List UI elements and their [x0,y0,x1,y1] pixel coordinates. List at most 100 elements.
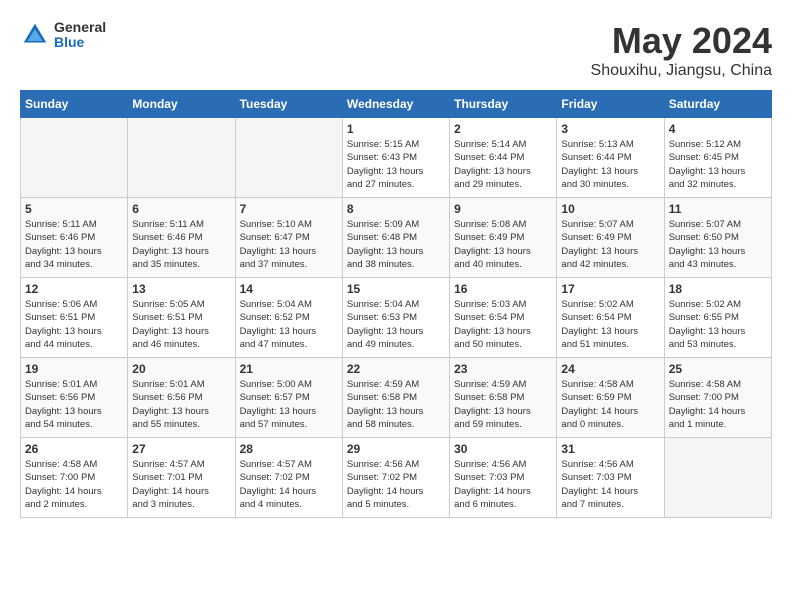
calendar-cell [128,118,235,198]
calendar-cell: 28 Sunrise: 4:57 AMSunset: 7:02 PMDayligh… [235,438,342,518]
day-number: 8 [347,202,445,216]
day-number: 24 [561,362,659,376]
calendar-cell: 23Sunrise: 4:59 AMSunset: 6:58 PMDayligh… [450,358,557,438]
day-info: Sunrise: 4:58 AMSunset: 6:59 PMDaylight:… [561,378,659,431]
day-number: 18 [669,282,767,296]
calendar-week-3: 19Sunrise: 5:01 AMSunset: 6:56 PMDayligh… [21,358,772,438]
calendar-cell: 4 Sunrise: 5:12 AMSunset: 6:45 PMDaylight… [664,118,771,198]
day-number: 2 [454,122,552,136]
logo-blue: Blue [54,35,106,50]
calendar-cell: 27Sunrise: 4:57 AMSunset: 7:01 PMDayligh… [128,438,235,518]
weekday-wednesday: Wednesday [342,91,449,118]
day-number: 13 [132,282,230,296]
weekday-sunday: Sunday [21,91,128,118]
day-info: Sunrise: 5:07 AMSunset: 6:49 PMDaylight:… [561,218,659,271]
weekday-monday: Monday [128,91,235,118]
calendar-cell: 19Sunrise: 5:01 AMSunset: 6:56 PMDayligh… [21,358,128,438]
day-number: 7 [240,202,338,216]
calendar-cell: 2 Sunrise: 5:14 AMSunset: 6:44 PMDaylight… [450,118,557,198]
calendar-cell: 21 Sunrise: 5:00 AMSunset: 6:57 PMDayligh… [235,358,342,438]
day-info: Sunrise: 5:13 AMSunset: 6:44 PMDaylight:… [561,138,659,191]
day-info: Sunrise: 4:57 AMSunset: 7:02 PMDaylight:… [240,458,338,511]
calendar-cell: 12Sunrise: 5:06 AMSunset: 6:51 PMDayligh… [21,278,128,358]
calendar-cell: 29 Sunrise: 4:56 AMSunset: 7:02 PMDayligh… [342,438,449,518]
day-info: Sunrise: 5:15 AMSunset: 6:43 PMDaylight:… [347,138,445,191]
day-number: 31 [561,442,659,456]
calendar-cell: 15 Sunrise: 5:04 AMSunset: 6:53 PMDayligh… [342,278,449,358]
day-number: 30 [454,442,552,456]
day-number: 11 [669,202,767,216]
calendar-subtitle: Shouxihu, Jiangsu, China [591,62,772,80]
page-header: General Blue May 2024 Shouxihu, Jiangsu,… [20,20,772,80]
day-number: 26 [25,442,123,456]
day-info: Sunrise: 5:01 AMSunset: 6:56 PMDaylight:… [25,378,123,431]
calendar-cell: 17Sunrise: 5:02 AMSunset: 6:54 PMDayligh… [557,278,664,358]
day-number: 16 [454,282,552,296]
day-info: Sunrise: 5:11 AMSunset: 6:46 PMDaylight:… [132,218,230,271]
day-info: Sunrise: 4:56 AMSunset: 7:03 PMDaylight:… [561,458,659,511]
day-info: Sunrise: 5:08 AMSunset: 6:49 PMDaylight:… [454,218,552,271]
day-number: 1 [347,122,445,136]
calendar-cell: 16 Sunrise: 5:03 AMSunset: 6:54 PMDayligh… [450,278,557,358]
day-info: Sunrise: 5:05 AMSunset: 6:51 PMDaylight:… [132,298,230,351]
calendar-cell: 5Sunrise: 5:11 AMSunset: 6:46 PMDaylight… [21,198,128,278]
calendar-cell: 7 Sunrise: 5:10 AMSunset: 6:47 PMDaylight… [235,198,342,278]
day-number: 25 [669,362,767,376]
day-number: 23 [454,362,552,376]
weekday-row: Sunday Monday Tuesday Wednesday Thursday… [21,91,772,118]
day-number: 21 [240,362,338,376]
calendar-cell: 10 Sunrise: 5:07 AMSunset: 6:49 PMDayligh… [557,198,664,278]
day-info: Sunrise: 4:58 AMSunset: 7:00 PMDaylight:… [669,378,767,431]
logo-text: General Blue [54,20,106,51]
day-info: Sunrise: 5:07 AMSunset: 6:50 PMDaylight:… [669,218,767,271]
day-number: 22 [347,362,445,376]
day-number: 6 [132,202,230,216]
calendar-cell: 3 Sunrise: 5:13 AMSunset: 6:44 PMDaylight… [557,118,664,198]
title-block: May 2024 Shouxihu, Jiangsu, China [591,20,772,80]
calendar-week-4: 26Sunrise: 4:58 AMSunset: 7:00 PMDayligh… [21,438,772,518]
calendar-cell: 6 Sunrise: 5:11 AMSunset: 6:46 PMDaylight… [128,198,235,278]
calendar-cell: 24 Sunrise: 4:58 AMSunset: 6:59 PMDayligh… [557,358,664,438]
day-number: 3 [561,122,659,136]
day-info: Sunrise: 5:03 AMSunset: 6:54 PMDaylight:… [454,298,552,351]
calendar-cell: 25 Sunrise: 4:58 AMSunset: 7:00 PMDayligh… [664,358,771,438]
day-number: 12 [25,282,123,296]
calendar-cell [235,118,342,198]
calendar-cell: 11 Sunrise: 5:07 AMSunset: 6:50 PMDayligh… [664,198,771,278]
weekday-saturday: Saturday [664,91,771,118]
day-number: 29 [347,442,445,456]
weekday-thursday: Thursday [450,91,557,118]
logo-general: General [54,20,106,35]
calendar-cell: 20Sunrise: 5:01 AMSunset: 6:56 PMDayligh… [128,358,235,438]
calendar-week-0: 1 Sunrise: 5:15 AMSunset: 6:43 PMDaylight… [21,118,772,198]
calendar-body: 1 Sunrise: 5:15 AMSunset: 6:43 PMDaylight… [21,118,772,518]
day-number: 27 [132,442,230,456]
calendar-cell: 31 Sunrise: 4:56 AMSunset: 7:03 PMDayligh… [557,438,664,518]
day-number: 14 [240,282,338,296]
day-info: Sunrise: 5:02 AMSunset: 6:55 PMDaylight:… [669,298,767,351]
day-number: 9 [454,202,552,216]
day-info: Sunrise: 5:09 AMSunset: 6:48 PMDaylight:… [347,218,445,271]
day-info: Sunrise: 5:00 AMSunset: 6:57 PMDaylight:… [240,378,338,431]
calendar-cell: 30 Sunrise: 4:56 AMSunset: 7:03 PMDayligh… [450,438,557,518]
day-number: 10 [561,202,659,216]
calendar-cell: 26Sunrise: 4:58 AMSunset: 7:00 PMDayligh… [21,438,128,518]
calendar-week-2: 12Sunrise: 5:06 AMSunset: 6:51 PMDayligh… [21,278,772,358]
calendar-cell [664,438,771,518]
day-info: Sunrise: 5:12 AMSunset: 6:45 PMDaylight:… [669,138,767,191]
calendar-header: Sunday Monday Tuesday Wednesday Thursday… [21,91,772,118]
day-info: Sunrise: 5:14 AMSunset: 6:44 PMDaylight:… [454,138,552,191]
day-number: 5 [25,202,123,216]
logo-icon [20,20,50,50]
day-number: 28 [240,442,338,456]
day-number: 4 [669,122,767,136]
day-info: Sunrise: 4:56 AMSunset: 7:03 PMDaylight:… [454,458,552,511]
day-info: Sunrise: 4:56 AMSunset: 7:02 PMDaylight:… [347,458,445,511]
calendar-cell: 14Sunrise: 5:04 AMSunset: 6:52 PMDayligh… [235,278,342,358]
calendar-cell: 22Sunrise: 4:59 AMSunset: 6:58 PMDayligh… [342,358,449,438]
day-number: 15 [347,282,445,296]
day-info: Sunrise: 5:04 AMSunset: 6:53 PMDaylight:… [347,298,445,351]
day-info: Sunrise: 5:10 AMSunset: 6:47 PMDaylight:… [240,218,338,271]
calendar-cell: 18 Sunrise: 5:02 AMSunset: 6:55 PMDayligh… [664,278,771,358]
day-number: 17 [561,282,659,296]
